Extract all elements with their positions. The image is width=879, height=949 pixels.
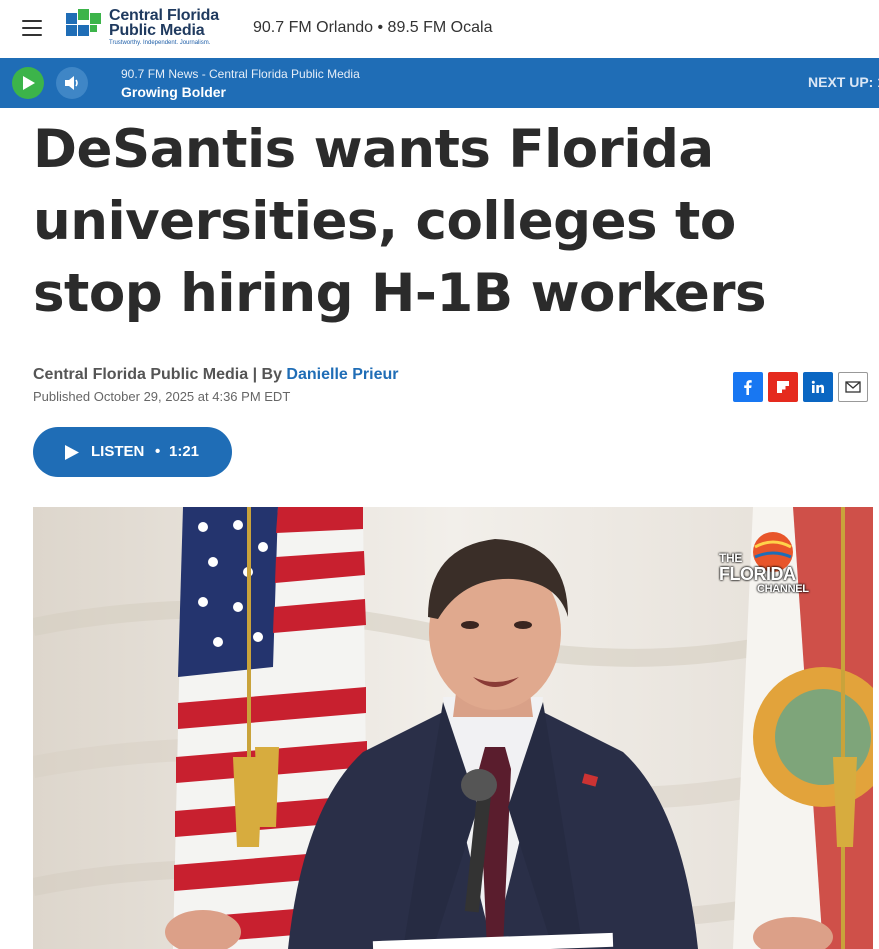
logo-tagline: Trustworthy. Independent. Journalism. xyxy=(109,40,211,46)
logo-line-1: Central Florida xyxy=(109,7,219,24)
logo-mark-icon xyxy=(66,9,101,36)
published-date: Published October 29, 2025 at 4:36 PM ED… xyxy=(33,389,291,404)
play-icon xyxy=(65,445,79,460)
menu-icon[interactable] xyxy=(22,19,42,37)
listen-label: LISTEN xyxy=(91,443,145,460)
volume-button[interactable] xyxy=(56,67,88,99)
play-icon xyxy=(23,76,35,90)
facebook-icon xyxy=(744,380,752,395)
watermark-florida: FLORIDA xyxy=(719,564,796,584)
watermark-the: THE xyxy=(719,551,743,565)
email-icon xyxy=(845,381,861,393)
listen-button[interactable]: LISTEN • 1:21 xyxy=(33,427,232,477)
listen-separator: • xyxy=(155,443,161,460)
logo-name: Central Florida Public Media xyxy=(109,7,219,39)
site-header: Central Florida Public Media Trustworthy… xyxy=(0,0,879,58)
florida-channel-watermark: THE FLORIDA CHANNEL xyxy=(719,533,824,603)
share-email-button[interactable] xyxy=(838,372,868,402)
share-facebook-button[interactable] xyxy=(733,372,763,402)
next-up-label[interactable]: NEXT UP: 1 xyxy=(808,74,879,90)
flipboard-icon xyxy=(777,381,789,393)
volume-icon xyxy=(65,76,78,90)
byline: Central Florida Public Media | By Daniel… xyxy=(33,366,398,384)
logo-line-2: Public Media xyxy=(109,22,205,39)
station-frequencies: 90.7 FM Orlando • 89.5 FM Ocala xyxy=(253,19,493,36)
watermark-channel: CHANNEL xyxy=(757,583,809,595)
live-player-bar: 90.7 FM News - Central Florida Public Me… xyxy=(0,58,879,108)
byline-source: Central Florida Public Media xyxy=(33,366,249,383)
article-headline: DeSantis wants Florida universities, col… xyxy=(33,119,767,324)
share-linkedin-button[interactable] xyxy=(803,372,833,402)
linkedin-icon xyxy=(811,380,824,393)
share-flipboard-button[interactable] xyxy=(768,372,798,402)
now-playing-show[interactable]: Growing Bolder xyxy=(121,84,226,100)
listen-duration: 1:21 xyxy=(169,443,200,460)
now-playing-station: 90.7 FM News - Central Florida Public Me… xyxy=(121,67,360,81)
author-link[interactable]: Danielle Prieur xyxy=(286,366,398,383)
play-button[interactable] xyxy=(12,67,44,99)
site-logo[interactable]: Central Florida Public Media Trustworthy… xyxy=(66,8,231,50)
byline-separator: | By xyxy=(248,366,287,383)
article-photo: THE FLORIDA CHANNEL xyxy=(33,507,873,949)
